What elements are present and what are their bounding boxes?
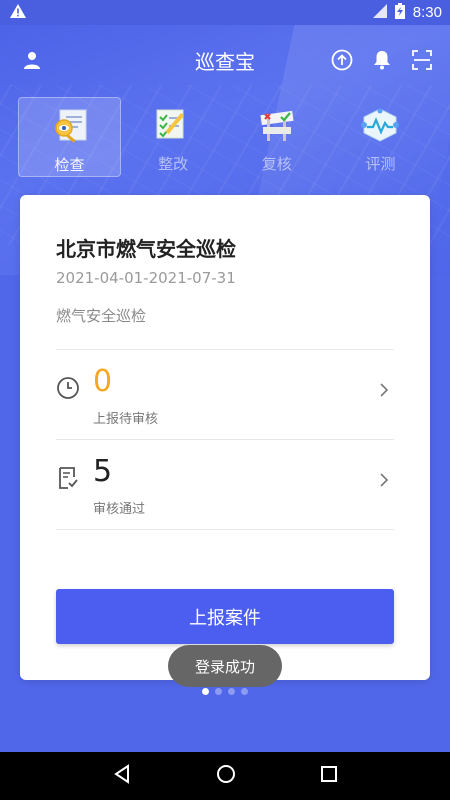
app-bar: 巡查宝 <box>0 25 450 95</box>
back-icon[interactable] <box>112 764 132 788</box>
home-icon[interactable] <box>216 764 236 788</box>
card-title: 北京市燃气安全巡检 <box>56 237 236 261</box>
card-description: 燃气安全巡检 <box>56 307 147 325</box>
tab-rectify[interactable]: 整改 <box>122 97 225 177</box>
rectify-icon <box>151 107 195 147</box>
recents-icon[interactable] <box>320 765 338 787</box>
upload-icon[interactable] <box>328 46 356 74</box>
scan-icon[interactable] <box>408 46 436 74</box>
stat-label: 上报待审核 <box>93 412 159 427</box>
tab-label: 复核 <box>261 155 292 173</box>
evaluate-icon <box>358 107 402 147</box>
inspect-icon <box>48 108 92 148</box>
page-dot <box>215 688 222 695</box>
function-tabs: 检查 整改 复核 评测 <box>18 97 432 177</box>
stat-value: 0 <box>93 364 113 399</box>
user-icon[interactable] <box>18 46 46 74</box>
review-icon <box>253 107 301 147</box>
inspection-card: 北京市燃气安全巡检 2021-04-01-2021-07-31 燃气安全巡检 0… <box>20 195 430 680</box>
bell-icon[interactable] <box>368 46 396 74</box>
signal-icon <box>372 3 387 22</box>
page-dot <box>241 688 248 695</box>
page-indicator <box>0 688 450 695</box>
document-check-icon <box>56 466 80 490</box>
chevron-right-icon <box>378 472 390 488</box>
tab-evaluate[interactable]: 评测 <box>329 97 432 177</box>
stat-approved[interactable]: 5 审核通过 <box>56 440 394 530</box>
warning-icon <box>10 3 26 22</box>
page-dot <box>228 688 235 695</box>
tab-label: 评测 <box>365 155 396 173</box>
chevron-right-icon <box>378 382 390 398</box>
stat-value: 5 <box>93 454 113 489</box>
toast-message: 登录成功 <box>168 645 282 687</box>
status-bar: 8:30 <box>0 0 450 25</box>
battery-icon <box>394 2 405 23</box>
stat-pending-review[interactable]: 0 上报待审核 <box>56 350 394 440</box>
clock-icon <box>56 376 80 400</box>
status-time: 8:30 <box>412 4 442 21</box>
tab-review[interactable]: 复核 <box>225 97 328 177</box>
system-nav-bar <box>0 752 450 800</box>
stat-label: 审核通过 <box>93 502 146 517</box>
report-case-button[interactable]: 上报案件 <box>56 589 394 644</box>
tab-label: 整改 <box>158 155 189 173</box>
date-range: 2021-04-01-2021-07-31 <box>56 269 236 287</box>
divider <box>56 529 394 530</box>
page-dot-active <box>202 688 209 695</box>
tab-label: 检查 <box>54 156 85 174</box>
tab-inspect[interactable]: 检查 <box>18 97 121 177</box>
